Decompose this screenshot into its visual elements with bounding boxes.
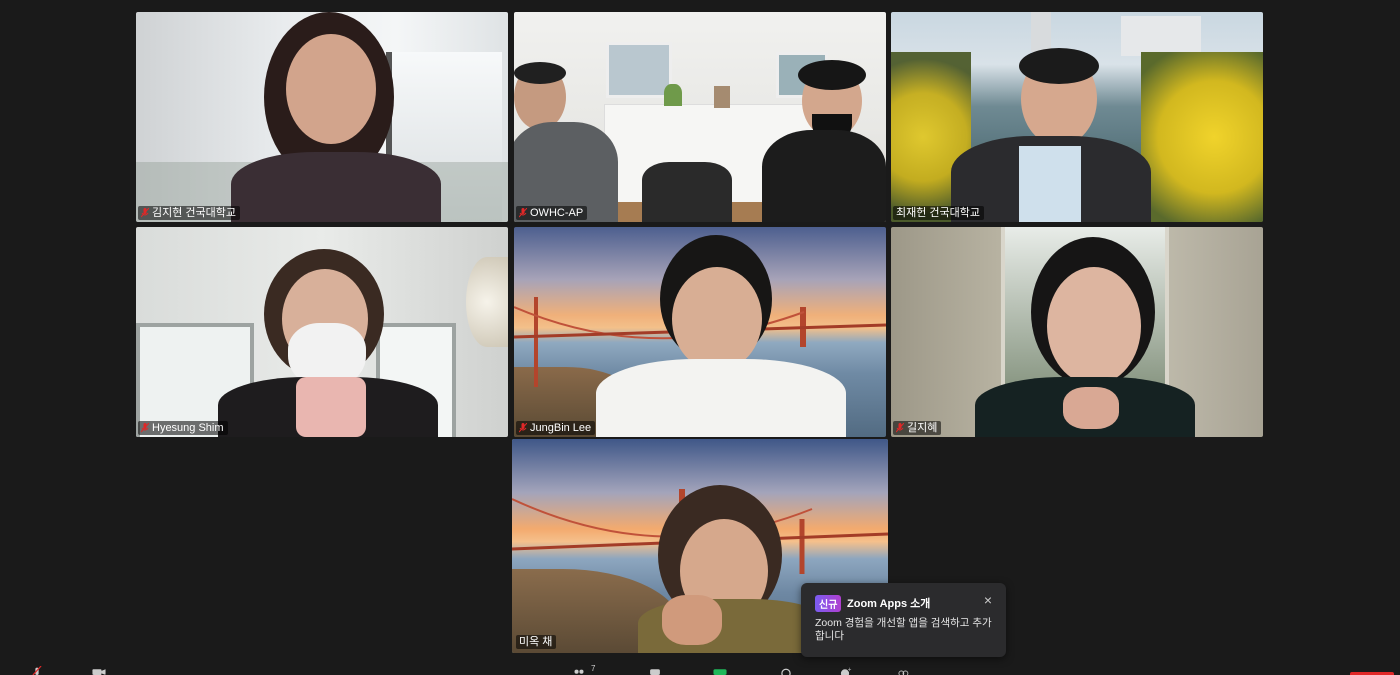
apps-icon[interactable] — [896, 666, 910, 675]
notification-body: Zoom 경험을 개선할 앱을 검색하고 추가합니다 — [815, 617, 992, 642]
video-tile-2[interactable]: OWHC-AP — [514, 12, 886, 222]
close-icon[interactable]: × — [984, 592, 992, 608]
muted-mic-icon — [519, 208, 527, 218]
participant-name-label: OWHC-AP — [516, 206, 588, 220]
participant-name-label: 김지현 건국대학교 — [138, 206, 241, 220]
chat-icon[interactable] — [648, 666, 662, 675]
reactions-icon[interactable]: + — [838, 666, 852, 675]
zoom-apps-notification: 신규 Zoom Apps 소개 × Zoom 경험을 개선할 앱을 검색하고 추… — [801, 583, 1006, 657]
share-screen-icon[interactable] — [713, 666, 727, 675]
video-tile-4[interactable]: Hyesung Shim — [136, 227, 508, 437]
new-badge: 신규 — [815, 595, 842, 612]
meeting-toolbar: 7 + — [0, 664, 1400, 675]
video-tile-6[interactable]: 길지혜 — [891, 227, 1263, 437]
notification-title: Zoom Apps 소개 — [847, 598, 931, 610]
participants-icon[interactable] — [572, 666, 586, 675]
muted-mic-icon — [519, 423, 527, 433]
muted-mic-icon — [896, 423, 904, 433]
start-video-icon[interactable] — [92, 666, 106, 675]
video-tile-1[interactable]: 김지현 건국대학교 — [136, 12, 508, 222]
participant-name-label: 미옥 채 — [516, 635, 557, 649]
muted-mic-icon — [141, 208, 149, 218]
participant-name-label: JungBin Lee — [516, 421, 596, 435]
svg-text:+: + — [847, 667, 851, 673]
participant-name-label: Hyesung Shim — [138, 421, 228, 435]
video-tile-3[interactable]: 최재헌 건국대학교 — [891, 12, 1263, 222]
participant-name-label: 길지혜 — [893, 421, 942, 435]
muted-mic-icon — [141, 423, 149, 433]
participants-count: 7 — [591, 664, 596, 673]
record-icon[interactable] — [779, 666, 793, 675]
participant-name-label: 최재헌 건국대학교 — [893, 206, 985, 220]
unmute-mic-icon[interactable] — [30, 666, 44, 675]
video-tile-5[interactable]: JungBin Lee — [514, 227, 886, 437]
